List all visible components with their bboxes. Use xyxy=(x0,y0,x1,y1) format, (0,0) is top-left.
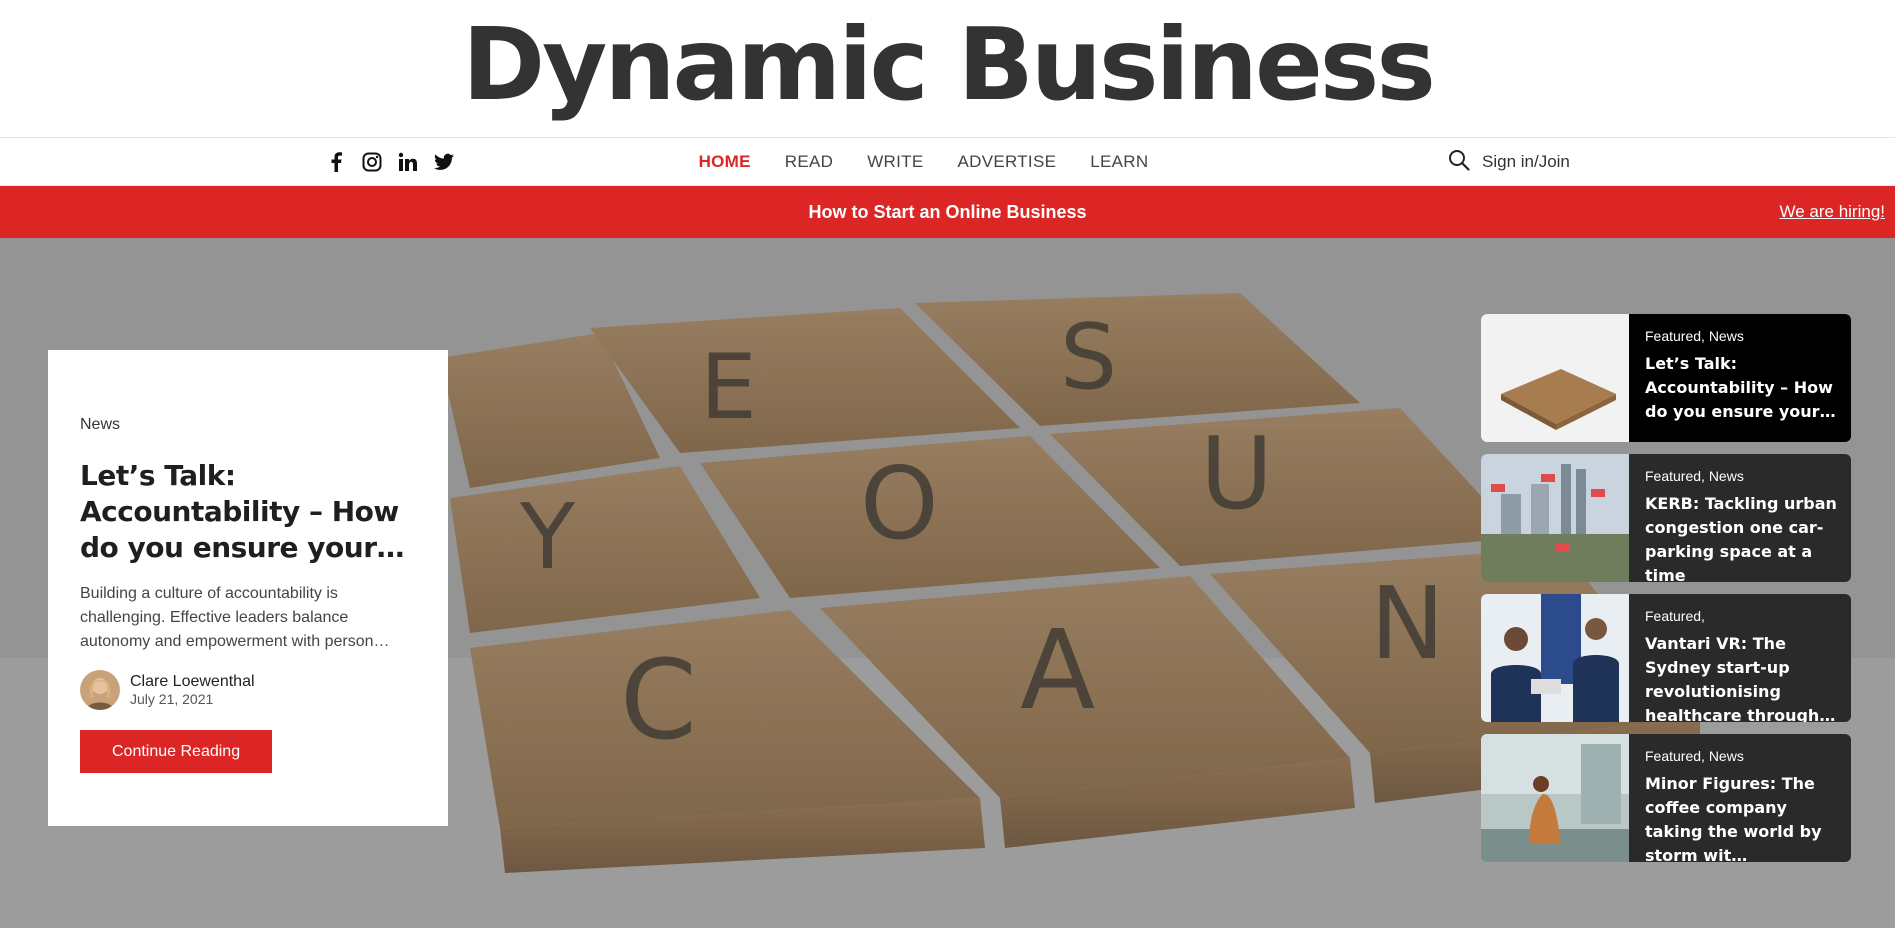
nav-item-home[interactable]: HOME xyxy=(699,152,751,172)
nav-item-learn[interactable]: LEARN xyxy=(1090,152,1148,172)
article-categories: Featured, xyxy=(1645,608,1705,624)
masthead: Dynamic Business xyxy=(0,0,1895,138)
nav-item-read[interactable]: READ xyxy=(785,152,833,172)
continue-reading-button[interactable]: Continue Reading xyxy=(80,730,273,773)
main-nav: HOME READ WRITE ADVERTISE LEARN xyxy=(0,138,1895,186)
hero-section: E S O U Y C A N News Let’s Talk: Account… xyxy=(0,238,1895,928)
featured-excerpt: Building a culture of accountability is … xyxy=(80,585,390,650)
nav-bar: HOME READ WRITE ADVERTISE LEARN Sign in/… xyxy=(0,138,1895,186)
promo-banner: How to Start an Online Business We are h… xyxy=(0,186,1895,238)
article-title[interactable]: Let’s Talk: Accountability – How do you … xyxy=(1645,352,1837,424)
article-thumbnail xyxy=(1481,314,1629,442)
article-categories: Featured, News xyxy=(1645,748,1744,764)
article-title[interactable]: Minor Figures: The coffee company taking… xyxy=(1645,772,1837,862)
signin-link[interactable]: Sign in/Join xyxy=(1482,152,1570,172)
hiring-link[interactable]: We are hiring! xyxy=(1779,186,1885,238)
search-icon[interactable] xyxy=(1448,149,1470,176)
promo-link[interactable]: How to Start an Online Business xyxy=(808,202,1086,223)
featured-card: News Let’s Talk: Accountability – How do… xyxy=(48,350,448,826)
list-item[interactable]: Featured, News KERB: Tackling urban cong… xyxy=(1481,454,1851,582)
list-item[interactable]: Featured, Vantari VR: The Sydney start-u… xyxy=(1481,594,1851,722)
sidebar-article-list: Featured, News Let’s Talk: Accountabilit… xyxy=(1481,314,1851,874)
author-info: Clare Loewenthal July 21, 2021 xyxy=(80,670,416,710)
article-title[interactable]: Vantari VR: The Sydney start-up revoluti… xyxy=(1645,632,1837,722)
list-item[interactable]: Featured, News Let’s Talk: Accountabilit… xyxy=(1481,314,1851,442)
article-categories: Featured, News xyxy=(1645,468,1744,484)
article-categories: Featured, News xyxy=(1645,328,1744,344)
featured-title[interactable]: Let’s Talk: Accountability – How do you … xyxy=(80,458,416,566)
author-name[interactable]: Clare Loewenthal xyxy=(130,673,255,691)
nav-account: Sign in/Join xyxy=(1448,138,1570,186)
post-date: July 21, 2021 xyxy=(130,691,214,707)
featured-category[interactable]: News xyxy=(80,416,416,434)
author-avatar[interactable] xyxy=(80,670,120,710)
nav-item-write[interactable]: WRITE xyxy=(867,152,923,172)
nav-item-advertise[interactable]: ADVERTISE xyxy=(957,152,1056,172)
article-title[interactable]: KERB: Tackling urban congestion one car-… xyxy=(1645,492,1837,582)
article-thumbnail xyxy=(1481,594,1629,722)
article-thumbnail xyxy=(1481,734,1629,862)
site-logo[interactable]: Dynamic Business xyxy=(462,14,1436,115)
list-item[interactable]: Featured, News Minor Figures: The coffee… xyxy=(1481,734,1851,862)
article-thumbnail xyxy=(1481,454,1629,582)
